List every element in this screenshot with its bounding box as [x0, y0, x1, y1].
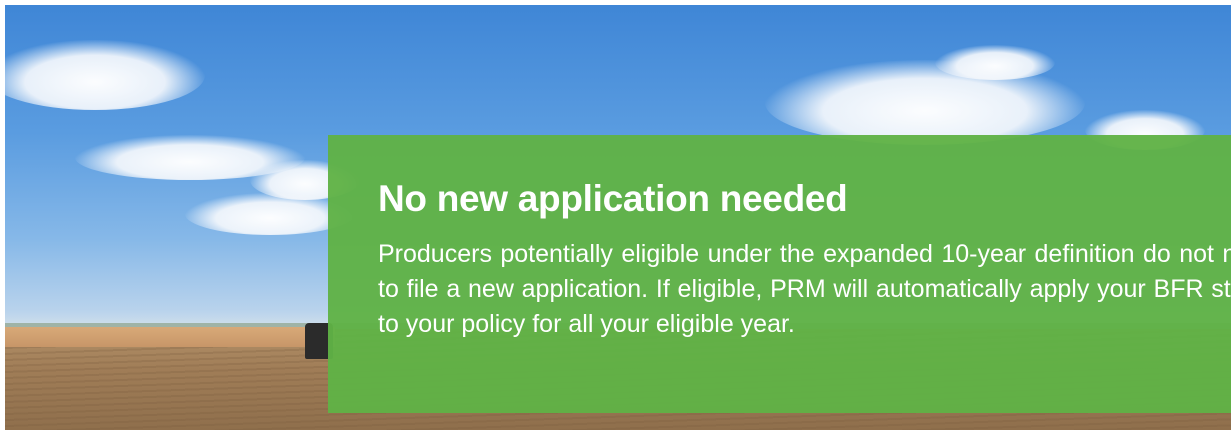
hero-banner: No new application needed Producers pote… [5, 5, 1231, 430]
cloud [5, 40, 205, 110]
field-band [5, 327, 335, 347]
callout-title: No new application needed [378, 178, 848, 219]
info-callout-card: No new application needed Producers pote… [328, 135, 1231, 413]
cloud [935, 45, 1055, 80]
callout-body: Producers potentially eligible under the… [378, 240, 1231, 338]
